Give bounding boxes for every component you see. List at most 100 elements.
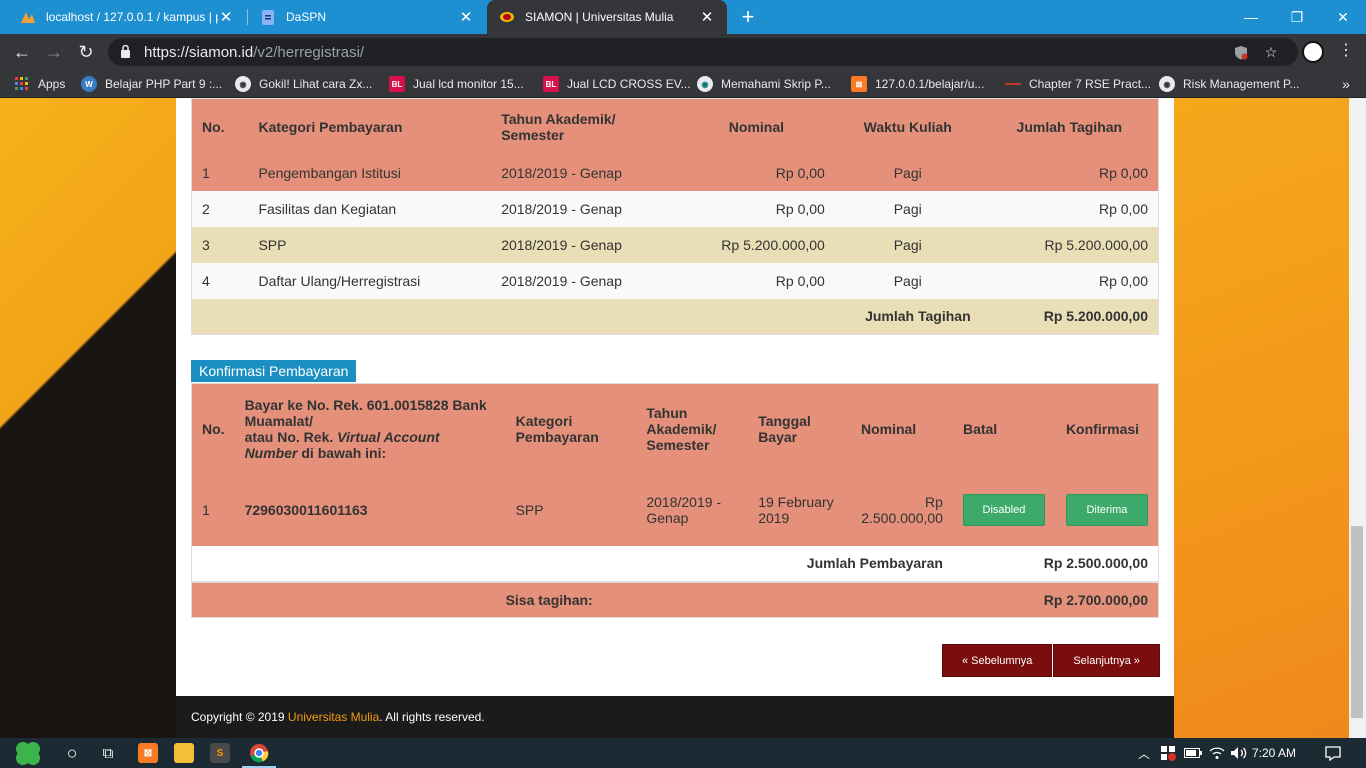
browser-toolbar: ← → ↻ https://siamon.id/v2/herregistrasi…	[0, 34, 1366, 70]
profile-avatar[interactable]	[1302, 41, 1324, 63]
close-window-button[interactable]: ✕	[1320, 0, 1366, 34]
total-row: Jumlah Tagihan Rp 5.200.000,00	[191, 298, 1159, 335]
new-tab-button[interactable]: +	[736, 4, 760, 30]
cell-no: 1	[191, 473, 235, 546]
footer-brand-link[interactable]: Universitas Mulia	[288, 710, 379, 724]
jumlah-pembayaran-label: Jumlah Pembayaran	[636, 545, 953, 583]
globe-icon: ◉	[697, 76, 713, 92]
start-button[interactable]	[8, 738, 48, 768]
disabled-button[interactable]: Disabled	[962, 493, 1045, 526]
shield-icon[interactable]	[1230, 38, 1252, 66]
next-button[interactable]: Selanjutnya »	[1053, 644, 1160, 677]
search-icon[interactable]: ○	[58, 738, 86, 768]
cell-tahun: 2018/2019 - Genap	[491, 154, 678, 191]
bookmark-risk-management[interactable]: ◉ Risk Management P...	[1159, 70, 1300, 98]
cell-jumlah: Rp 5.200.000,00	[980, 226, 1159, 263]
taskbar-clock[interactable]: 7:20 AM	[1252, 738, 1296, 768]
cell-jumlah: Rp 0,00	[980, 190, 1159, 227]
bookmark-memahami-skrip[interactable]: ◉ Memahami Skrip P...	[697, 70, 831, 98]
bookmark-gokil[interactable]: ◉ Gokil! Lihat cara Zx...	[235, 70, 372, 98]
bookmarks-overflow-icon[interactable]: »	[1336, 70, 1356, 98]
tab-phpmyadmin[interactable]: localhost / 127.0.0.1 / kampus | p ✕	[8, 0, 246, 34]
bookmark-chapter-7[interactable]: Chapter 7 RSE Pract...	[1005, 70, 1151, 98]
minimize-button[interactable]: —	[1228, 0, 1274, 34]
cell-no: 1	[191, 154, 249, 191]
cell-nominal: Rp 0,00	[677, 154, 835, 191]
folder-icon	[174, 743, 194, 763]
bl-icon: BL	[389, 76, 405, 92]
close-icon[interactable]: ✕	[699, 8, 715, 26]
star-icon[interactable]: ☆	[1260, 38, 1282, 66]
header-jumlah: Jumlah Tagihan	[980, 98, 1159, 155]
xampp-taskbar-app[interactable]: ⊠	[134, 738, 162, 768]
header-konfirmasi: Konfirmasi	[1055, 383, 1159, 474]
close-icon[interactable]: ✕	[458, 8, 474, 26]
bookmark-localhost-belajar[interactable]: ⊠ 127.0.0.1/belajar/u...	[851, 70, 984, 98]
cell-tahun: 2018/2019 - Genap	[491, 190, 678, 227]
battery-icon[interactable]	[1182, 738, 1204, 768]
cell-nominal: Rp 2.500.000,00	[850, 473, 953, 546]
task-view-icon[interactable]: ⧉	[94, 738, 122, 768]
bookmark-jual-lcd-cross[interactable]: BL Jual LCD CROSS EV...	[543, 70, 691, 98]
scrollbar-thumb[interactable]	[1351, 526, 1363, 718]
cell-tanggal: 19 February 2019	[748, 473, 851, 546]
close-icon[interactable]: ✕	[218, 8, 234, 26]
total-label: Jumlah Tagihan	[834, 298, 981, 335]
bookmark-label: Memahami Skrip P...	[721, 77, 831, 91]
chevron-up-icon[interactable]: ︿	[1136, 738, 1152, 768]
forward-button[interactable]: →	[40, 38, 68, 66]
action-center-icon[interactable]	[1322, 738, 1344, 768]
header-batal: Batal	[952, 383, 1056, 474]
page-content: No. Kategori Pembayaran Tahun Akademik/ …	[176, 98, 1174, 696]
bookmark-belajar-php[interactable]: W Belajar PHP Part 9 :...	[81, 70, 222, 98]
jumlah-pembayaran-value: Rp 2.500.000,00	[952, 545, 1159, 583]
tab-title: localhost / 127.0.0.1 / kampus | p	[46, 10, 218, 24]
url-path: /v2/herregistrasi/	[253, 43, 365, 61]
cell-no: 3	[191, 226, 249, 263]
diterima-button[interactable]: Diterima	[1065, 493, 1148, 526]
lock-icon[interactable]	[120, 44, 134, 59]
bookmark-jual-lcd-monitor[interactable]: BL Jual lcd monitor 15...	[389, 70, 524, 98]
wifi-icon[interactable]	[1206, 738, 1228, 768]
sublime-taskbar-app[interactable]: S	[206, 738, 234, 768]
header-nominal: Nominal	[850, 383, 953, 474]
restore-button[interactable]: ❐	[1274, 0, 1320, 34]
tab-siamon[interactable]: SIAMON | Universitas Mulia ✕	[487, 0, 727, 34]
header-kategori: Kategori Pembayaran	[505, 383, 637, 474]
reload-button[interactable]: ↻	[72, 38, 100, 66]
previous-button[interactable]: « Sebelumnya	[942, 644, 1053, 677]
siamon-icon	[499, 9, 515, 25]
bookmarks-bar: Apps W Belajar PHP Part 9 :... ◉ Gokil! …	[0, 70, 1366, 98]
total-value: Rp 5.200.000,00	[980, 298, 1159, 335]
cell-kategori: Pengembangan Istitusi	[248, 154, 492, 191]
chrome-taskbar-app[interactable]	[242, 738, 276, 768]
cell-kategori: SPP	[505, 473, 637, 546]
header-bayar-line1: Bayar ke No. Rek. 601.0015828 Bank Muama…	[244, 396, 487, 429]
bookmark-label: Jual LCD CROSS EV...	[567, 77, 691, 91]
security-icon[interactable]	[1158, 738, 1178, 768]
cell-jumlah: Rp 0,00	[980, 262, 1159, 299]
footer-rights: . All rights reserved.	[379, 710, 485, 724]
menu-icon[interactable]: ⋮	[1336, 40, 1356, 64]
background-decoration-right	[1170, 98, 1366, 738]
explorer-taskbar-app[interactable]	[170, 738, 198, 768]
header-tahun: Tahun Akademik/ Semester	[636, 383, 749, 474]
phpmyadmin-icon	[20, 9, 36, 25]
page-footer: Copyright © 2019 Universitas Mulia. All …	[176, 696, 1174, 738]
cell-no: 2	[191, 190, 249, 227]
url-text: https://siamon.id/v2/herregistrasi/	[144, 44, 364, 61]
tab-daspn[interactable]: DaSPN ✕	[248, 0, 486, 34]
apps-grid-icon	[14, 76, 30, 92]
globe-icon: ◉	[1159, 76, 1175, 92]
sublime-text-icon: S	[210, 743, 230, 763]
cell-nominal: Rp 0,00	[677, 190, 835, 227]
address-bar[interactable]: https://siamon.id/v2/herregistrasi/ ☆	[108, 38, 1298, 66]
cell-kategori: Daftar Ulang/Herregistrasi	[248, 262, 492, 299]
table-row: 1 7296030011601163 SPP 2018/2019 - Genap…	[191, 473, 1159, 546]
chrome-icon	[250, 744, 269, 763]
bookmark-apps[interactable]: Apps	[14, 70, 65, 98]
page-scrollbar[interactable]	[1349, 98, 1366, 738]
back-button[interactable]: ←	[8, 38, 36, 66]
header-bayar: Bayar ke No. Rek. 601.0015828 Bank Muama…	[234, 383, 506, 474]
volume-icon[interactable]	[1228, 738, 1250, 768]
